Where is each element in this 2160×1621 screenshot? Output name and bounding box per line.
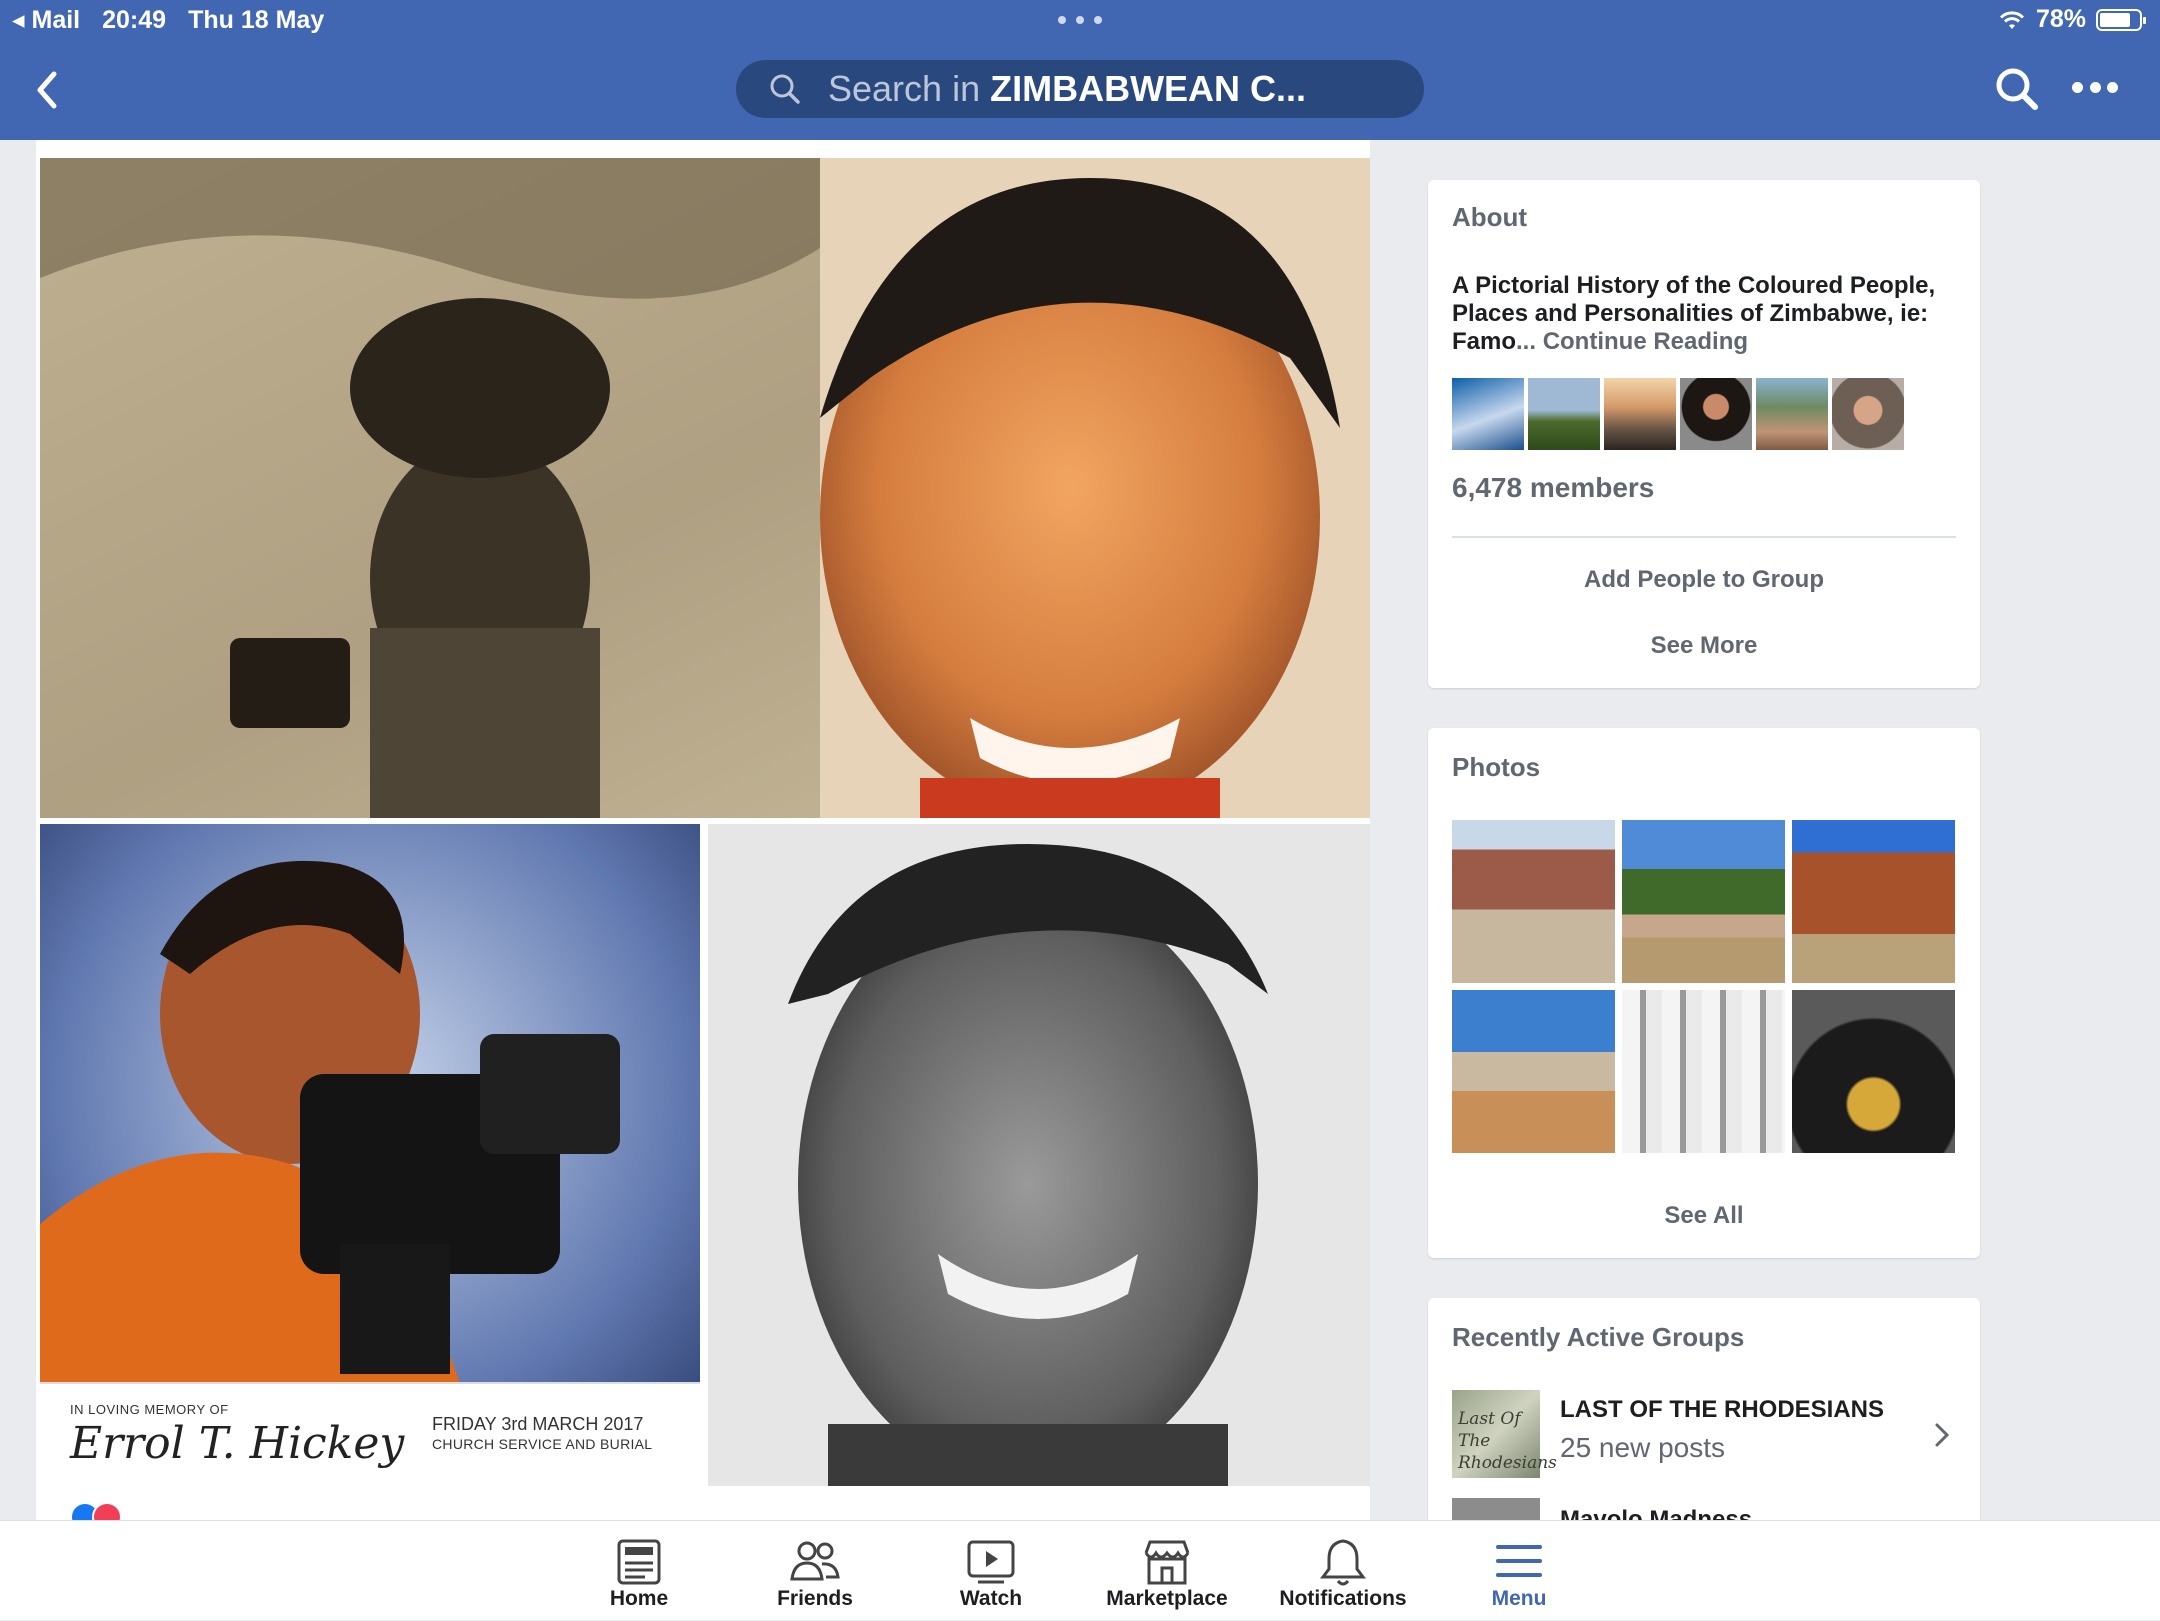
tab-watch[interactable]: Watch <box>906 1521 1076 1621</box>
photo-thumbnail[interactable] <box>1452 990 1615 1153</box>
photo-grid <box>1452 820 1960 1153</box>
memorial-line: IN LOVING MEMORY OF <box>70 1402 229 1417</box>
search-icon[interactable] <box>1994 66 2040 112</box>
photo-thumbnail[interactable] <box>1622 990 1785 1153</box>
avatar[interactable] <box>1528 378 1600 450</box>
memorial-signature: Errol T. Hickey <box>70 1418 405 1469</box>
battery-icon <box>2096 8 2146 31</box>
top-bar: ◂ Mail 20:49 Thu 18 May 78% Search in ZI… <box>0 0 2160 140</box>
photos-card: Photos See All <box>1428 728 1980 1258</box>
photo-image <box>40 158 1370 818</box>
battery-percent: 78% <box>2035 5 2086 33</box>
wifi-icon <box>1999 10 2025 29</box>
tab-notifications[interactable]: Notifications <box>1258 1521 1428 1621</box>
search-icon <box>770 74 800 104</box>
photo-thumbnail[interactable] <box>1452 820 1615 983</box>
continue-reading-link[interactable]: ... Continue Reading <box>1516 328 1748 355</box>
memorial-service: CHURCH SERVICE AND BURIAL <box>432 1436 653 1452</box>
watch-icon <box>967 1540 1015 1584</box>
about-heading: About <box>1452 202 1528 232</box>
photos-heading: Photos <box>1452 752 1541 782</box>
avatar[interactable] <box>1604 378 1676 450</box>
friends-icon <box>790 1541 840 1581</box>
multitask-dots[interactable] <box>1058 16 1102 26</box>
group-name: Mavolo Madness <box>1560 1506 1753 1520</box>
tab-label: Menu <box>1491 1587 1547 1610</box>
chevron-right-icon <box>1935 1423 1950 1447</box>
photo-thumbnail[interactable] <box>1792 990 1955 1153</box>
group-item[interactable]: Last Of The Rhodesians LAST OF THE RHODE… <box>1452 1390 1956 1478</box>
post-photo-collage[interactable]: IN LOVING MEMORY OF Errol T. Hickey FRID… <box>40 158 1370 1486</box>
tab-label: Watch <box>959 1587 1023 1610</box>
group-name: LAST OF THE RHODESIANS <box>1560 1396 1885 1423</box>
status-bar: ◂ Mail 20:49 Thu 18 May 78% <box>0 0 2160 40</box>
groups-heading: Recently Active Groups <box>1452 1322 1745 1352</box>
group-thumbnail: Last Of The Rhodesians <box>1452 1390 1557 1478</box>
photo-thumbnail[interactable] <box>1622 820 1785 983</box>
marketplace-icon <box>1144 1540 1190 1585</box>
group-thumbnail <box>1452 1498 1540 1520</box>
tab-label: Home <box>609 1587 669 1610</box>
avatar[interactable] <box>1756 378 1828 450</box>
about-card: About A Pictorial History of the Coloure… <box>1428 180 1980 688</box>
tab-label: Friends <box>777 1587 853 1610</box>
status-time: 20:49 <box>102 5 167 34</box>
back-to-app[interactable]: ◂ Mail <box>12 5 80 35</box>
avatar[interactable] <box>1452 378 1524 450</box>
back-icon[interactable] <box>30 68 66 112</box>
photo-thumbnail[interactable] <box>1792 820 1955 983</box>
menu-icon <box>1496 1545 1542 1577</box>
see-more-button[interactable]: See More <box>1428 632 1980 660</box>
memorial-date: FRIDAY 3rd MARCH 2017 <box>432 1414 644 1434</box>
post-footer <box>36 1488 1370 1532</box>
group-thumbnail-text: Last Of The Rhodesians <box>1458 1409 1557 1473</box>
tab-friends[interactable]: Friends <box>730 1521 900 1621</box>
group-new-posts: 25 new posts <box>1560 1432 1725 1463</box>
search-group-name: ZIMBABWEAN C... <box>990 68 1307 109</box>
group-item[interactable]: Mavolo Madness <box>1452 1498 1956 1520</box>
search-prefix: Search in <box>828 68 981 109</box>
recent-groups-card: Recently Active Groups Last Of The Rhode… <box>1428 1298 1980 1520</box>
photo-image <box>708 824 1370 1486</box>
group-search-input[interactable]: Search in ZIMBABWEAN C... <box>736 60 1424 118</box>
post-photo-1[interactable] <box>40 158 1370 818</box>
bell-icon <box>1320 1539 1366 1586</box>
back-app-label: Mail <box>31 6 81 34</box>
tab-marketplace[interactable]: Marketplace <box>1082 1521 1252 1621</box>
post-photo-2[interactable]: IN LOVING MEMORY OF Errol T. Hickey FRID… <box>40 824 700 1486</box>
tab-menu[interactable]: Menu <box>1434 1521 1604 1621</box>
about-description[interactable]: A Pictorial History of the Coloured Peop… <box>1452 272 1964 356</box>
tab-label: Notifications <box>1279 1587 1407 1610</box>
see-all-photos-button[interactable]: See All <box>1428 1202 1980 1230</box>
avatar[interactable] <box>1832 378 1904 450</box>
tab-home[interactable]: Home <box>554 1521 724 1621</box>
avatar[interactable] <box>1680 378 1752 450</box>
more-options-icon[interactable] <box>2072 82 2118 96</box>
memorial-caption: IN LOVING MEMORY OF Errol T. Hickey FRID… <box>40 1382 700 1486</box>
news-feed-icon <box>617 1539 661 1585</box>
status-date: Thu 18 May <box>188 5 325 34</box>
post-photo-3[interactable] <box>708 824 1370 1486</box>
divider <box>1452 536 1956 538</box>
add-people-button[interactable]: Add People to Group <box>1428 566 1980 594</box>
member-avatars[interactable] <box>1452 378 1904 450</box>
bottom-tab-bar: Home Friends Watch Marketplace Notificat… <box>0 1520 2160 1620</box>
tab-label: Marketplace <box>1106 1587 1228 1610</box>
member-count[interactable]: 6,478 members <box>1452 472 1654 504</box>
